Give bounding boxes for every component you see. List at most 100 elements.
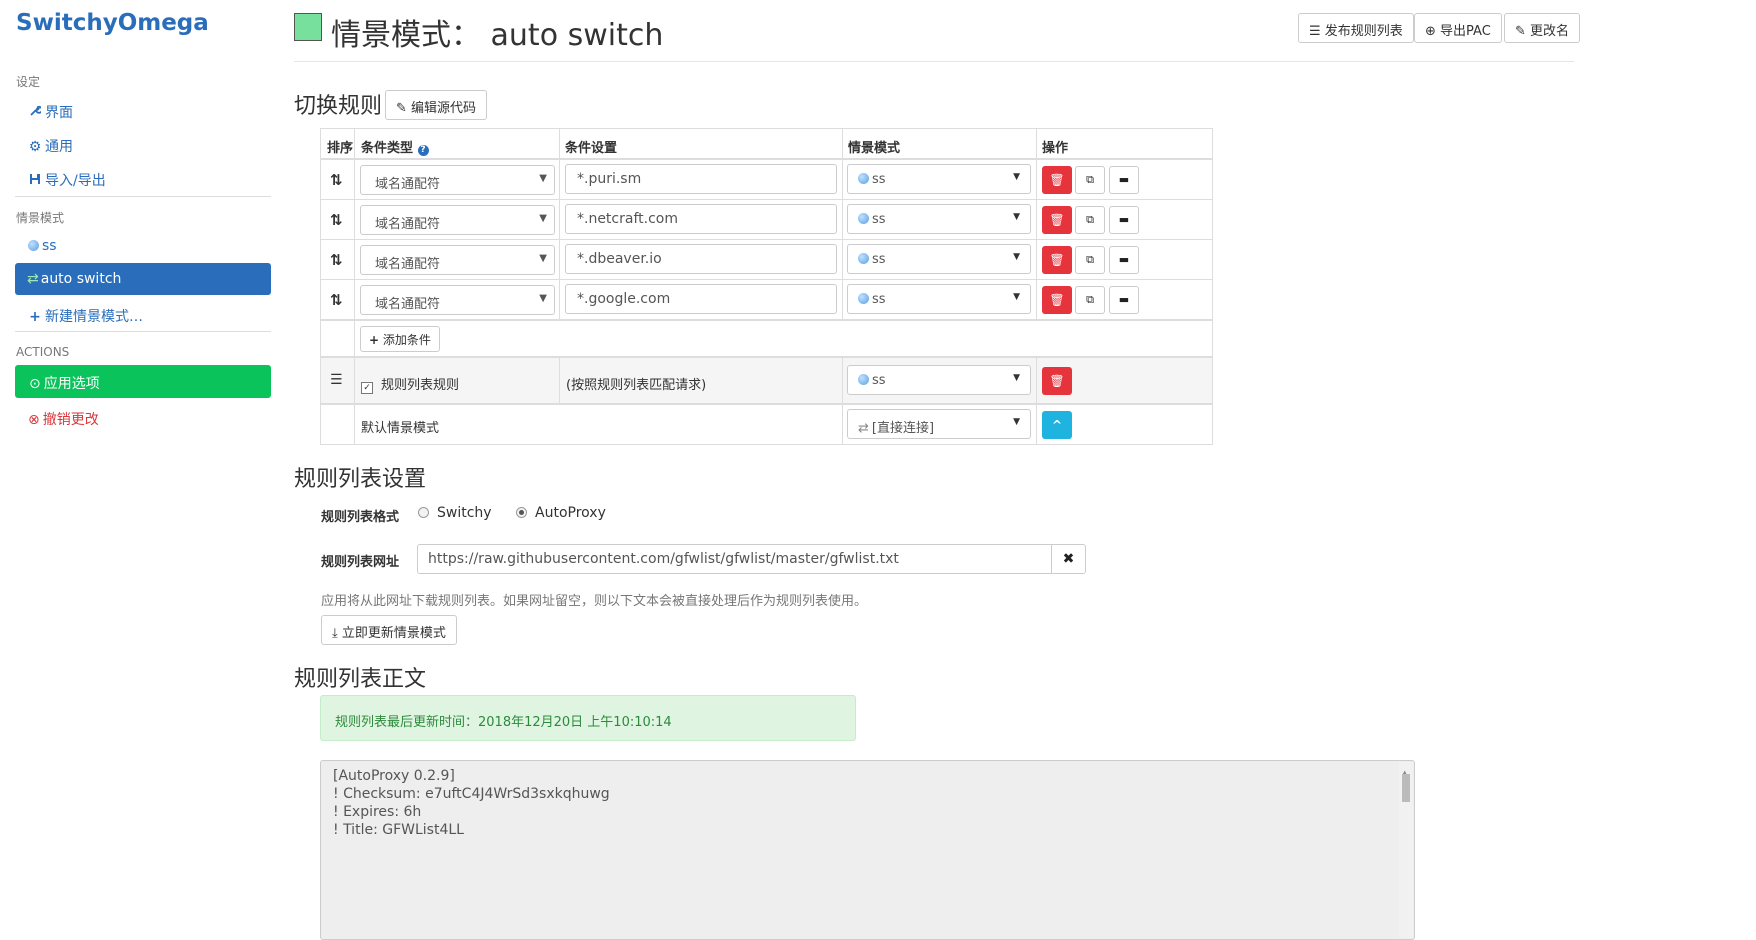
sidebar-item-interface[interactable]: 界面	[28, 102, 73, 122]
sidebar-item-ss[interactable]: ss	[28, 238, 57, 254]
clone-rule-button[interactable]: ⧉	[1075, 166, 1105, 194]
comment-rule-button[interactable]: ▬	[1109, 206, 1139, 234]
globe-icon	[858, 173, 869, 184]
col-condition-type: 条件类型 ?	[361, 137, 429, 156]
drag-handle-icon[interactable]: ⇅	[330, 251, 343, 269]
table-line	[559, 357, 560, 403]
delete-rule-button[interactable]: 🗑	[1042, 246, 1072, 274]
rulelist-rule-toggle[interactable]: ✓ 规则列表规则	[361, 374, 459, 394]
condition-pattern-input[interactable]: *.dbeaver.io	[565, 244, 837, 274]
delete-rule-button[interactable]: 🗑	[1042, 206, 1072, 234]
add-condition-button[interactable]: + 添加条件	[360, 326, 440, 352]
comment-rule-button[interactable]: ▬	[1109, 286, 1139, 314]
apply-options-button[interactable]: ⊙ 应用选项	[15, 365, 271, 398]
caret-icon: ▼	[1013, 252, 1020, 262]
condition-type-select[interactable]: 域名通配符 ▼	[360, 285, 555, 315]
scrollbar-thumb[interactable]	[1402, 774, 1410, 802]
clear-url-button[interactable]: ✖	[1051, 544, 1086, 574]
rule-profile-select[interactable]: ss ▼	[847, 164, 1031, 194]
radio-button[interactable]	[418, 507, 429, 518]
rulelist-textarea[interactable]: [AutoProxy 0.2.9] ! Checksum: e7uftC4J4W…	[320, 760, 1415, 940]
profile-color-swatch[interactable]	[294, 13, 322, 41]
collapse-up-button[interactable]: ^	[1042, 411, 1072, 439]
clone-rule-button[interactable]: ⧉	[1075, 246, 1105, 274]
comment-rule-button[interactable]: ▬	[1109, 166, 1139, 194]
clone-rule-button[interactable]: ⧉	[1075, 286, 1105, 314]
condition-type-select[interactable]: 域名通配符 ▼	[360, 205, 555, 235]
rule-profile-value: ss	[872, 292, 886, 307]
drag-handle-icon[interactable]: ⇅	[330, 171, 343, 189]
chevron-up-icon: ^	[1051, 418, 1063, 432]
rule-profile-value: ss	[872, 172, 886, 187]
format-autoproxy-radio[interactable]: AutoProxy	[516, 505, 606, 521]
rulelist-rule-label: 规则列表规则	[381, 378, 460, 393]
format-autoproxy-label: AutoProxy	[535, 505, 606, 521]
rule-profile-select[interactable]: ss ▼	[847, 244, 1031, 274]
text-line: [AutoProxy 0.2.9]	[333, 768, 455, 784]
comment-rule-button[interactable]: ▬	[1109, 246, 1139, 274]
sidebar-item-label: 界面	[45, 105, 73, 121]
condition-type-select[interactable]: 域名通配符 ▼	[360, 165, 555, 195]
default-profile-select[interactable]: ⇄ [直接连接] ▼	[847, 409, 1031, 439]
rename-button[interactable]: ✎ 更改名	[1504, 13, 1581, 43]
wrench-icon	[28, 105, 43, 121]
delete-rulelist-button[interactable]: 🗑	[1042, 367, 1072, 395]
caret-icon: ▼	[1013, 172, 1020, 182]
brand-logo[interactable]: SwitchyOmega	[16, 10, 209, 36]
sidebar-item-label: ss	[42, 238, 57, 254]
settings-header: 设定	[16, 75, 41, 89]
export-pac-button[interactable]: ⊕ 导出PAC	[1414, 13, 1502, 43]
condition-type-value: 域名通配符	[375, 297, 441, 312]
sidebar-item-import-export[interactable]: 导入/导出	[28, 170, 106, 190]
update-now-label: 立即更新情景模式	[341, 626, 446, 641]
default-profile-label: 默认情景模式	[361, 421, 440, 436]
rule-profile-select[interactable]: ss ▼	[847, 284, 1031, 314]
table-line	[321, 403, 1212, 405]
new-profile-button[interactable]: + 新建情景模式…	[28, 306, 143, 326]
sidebar-item-auto-switch[interactable]: ⇄ auto switch	[15, 263, 271, 295]
last-updated-alert: 规则列表最后更新时间：2018年12月20日 上午10:10:14	[320, 695, 856, 741]
condition-type-value: 域名通配符	[375, 257, 441, 272]
delete-rule-button[interactable]: 🗑	[1042, 286, 1072, 314]
caret-icon: ▼	[539, 253, 547, 264]
text-line: ! Checksum: e7uftC4J4WrSd3sxkqhuwg	[333, 786, 610, 802]
condition-type-select[interactable]: 域名通配符 ▼	[360, 245, 555, 275]
rule-profile-select[interactable]: ss ▼	[847, 204, 1031, 234]
checkbox[interactable]: ✓	[361, 382, 373, 394]
rulelist-profile-select[interactable]: ss ▼	[847, 365, 1031, 395]
rulelist-settings-title: 规则列表设置	[294, 467, 427, 492]
discard-changes-button[interactable]: ⊗ 撤销更改	[28, 409, 99, 429]
publish-rulelist-button[interactable]: ☰ 发布规则列表	[1298, 13, 1414, 43]
clone-rule-button[interactable]: ⧉	[1075, 206, 1105, 234]
divider	[15, 331, 271, 332]
rulelist-rule-desc: (按照规则列表匹配请求)	[566, 378, 707, 393]
drag-handle-icon[interactable]: ⇅	[330, 291, 343, 309]
url-help-text: 应用将从此网址下载规则列表。如果网址留空，则以下文本会被直接处理后作为规则列表使…	[321, 594, 868, 609]
table-line	[321, 319, 1212, 321]
publish-label: 发布规则列表	[1324, 24, 1403, 39]
sidebar-item-label: auto switch	[40, 271, 122, 287]
sidebar-item-label: 导入/导出	[45, 173, 106, 189]
list-icon: ☰	[1309, 24, 1321, 39]
radio-button[interactable]	[516, 507, 527, 518]
update-now-button[interactable]: ⤓ 立即更新情景模式	[321, 615, 457, 645]
sidebar-item-general[interactable]: ⚙ 通用	[28, 136, 73, 156]
delete-rule-button[interactable]: 🗑	[1042, 166, 1072, 194]
condition-type-value: 域名通配符	[375, 217, 441, 232]
format-switchy-radio[interactable]: Switchy	[418, 505, 492, 521]
condition-pattern-input[interactable]: *.google.com	[565, 284, 837, 314]
drag-handle-icon[interactable]: ⇅	[330, 211, 343, 229]
page-title: 情景模式： auto switch	[331, 18, 664, 53]
condition-pattern-input[interactable]: *.puri.sm	[565, 164, 837, 194]
caret-icon: ▼	[539, 293, 547, 304]
help-icon[interactable]: ?	[417, 145, 429, 156]
rulelist-url-input[interactable]: https://raw.githubusercontent.com/gfwlis…	[417, 544, 1052, 574]
edit-source-button[interactable]: ✎ 编辑源代码	[385, 90, 488, 120]
scrollbar[interactable]: ▲	[1399, 762, 1413, 938]
rulelist-profile-value: ss	[872, 373, 886, 388]
export-pac-label: 导出PAC	[1440, 24, 1491, 39]
globe-icon	[858, 293, 869, 304]
table-line	[559, 129, 560, 158]
plus-icon: +	[369, 333, 380, 347]
condition-pattern-input[interactable]: *.netcraft.com	[565, 204, 837, 234]
